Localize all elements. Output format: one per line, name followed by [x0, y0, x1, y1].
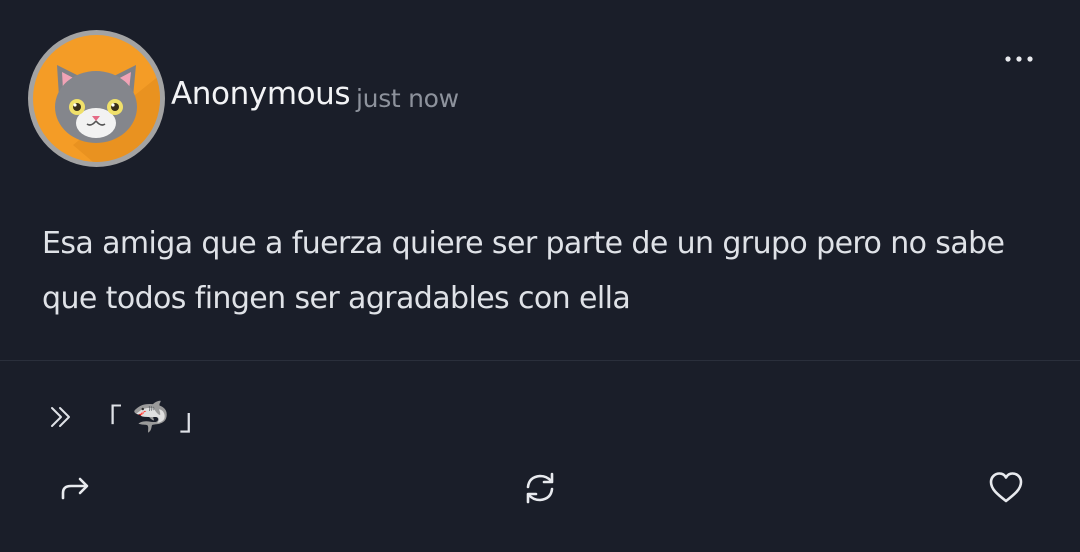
- share-arrow-icon: [61, 477, 89, 500]
- author-name[interactable]: Anonymous: [171, 76, 351, 112]
- tag-label[interactable]: 「 🦈 」: [92, 395, 209, 439]
- double-chevron-right-icon: [51, 407, 70, 427]
- post-text-line: Esa amiga que a fuerza quiere ser parte …: [42, 226, 1005, 261]
- heart-icon: [989, 472, 1023, 503]
- action-bar: [0, 466, 1080, 510]
- divider: [0, 360, 1080, 361]
- repost-button[interactable]: [518, 466, 562, 510]
- tag-row[interactable]: 「 🦈 」: [48, 392, 209, 442]
- cat-avatar-icon: [33, 35, 160, 162]
- shark-emoji-icon: 🦈: [132, 399, 170, 435]
- post-card: Anonymous just now Esa amiga que a fuerz…: [0, 0, 1080, 552]
- avatar[interactable]: [28, 30, 165, 167]
- post-timestamp: just now: [356, 84, 459, 113]
- like-button[interactable]: [984, 466, 1028, 510]
- post-body: Esa amiga que a fuerza quiere ser parte …: [42, 216, 1032, 326]
- more-options-button[interactable]: [996, 44, 1042, 74]
- repost-icon: [526, 472, 554, 504]
- post-text-line: que todos fingen ser agradables con ella: [42, 281, 631, 316]
- more-dots-icon: [1005, 56, 1033, 62]
- tag-close-bracket: 」: [179, 403, 210, 438]
- tag-open-bracket: 「: [92, 403, 122, 438]
- share-button[interactable]: [53, 466, 97, 510]
